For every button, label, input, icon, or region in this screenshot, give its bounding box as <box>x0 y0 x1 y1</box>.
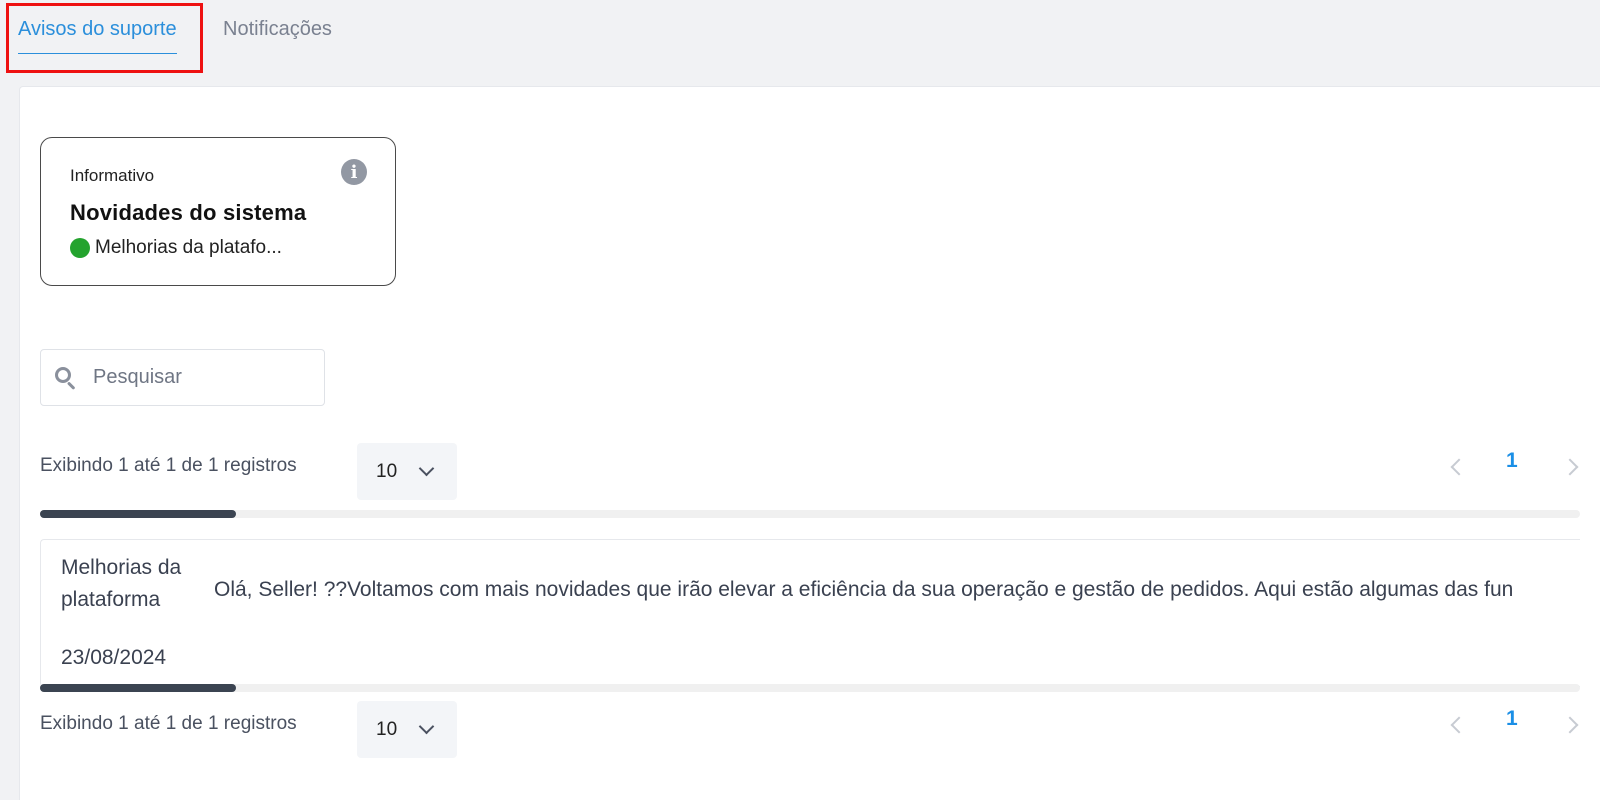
page-size-value: 10 <box>376 460 398 482</box>
horizontal-scrollbar-bottom[interactable] <box>40 684 1580 692</box>
page-number-current[interactable]: 1 <box>1506 449 1518 473</box>
tab-label: Avisos do suporte <box>18 18 177 40</box>
notice-card[interactable]: Informativo i Novidades do sistema Melho… <box>40 137 396 286</box>
main-panel: Informativo i Novidades do sistema Melho… <box>19 86 1600 800</box>
previous-page-button[interactable] <box>1450 716 1468 734</box>
card-title: Novidades do sistema <box>70 200 307 225</box>
tab-notificacoes[interactable]: Notificações <box>223 18 332 41</box>
page-size-select[interactable]: 10 <box>357 443 457 500</box>
chevron-down-icon <box>418 460 435 477</box>
info-icon: i <box>341 159 367 185</box>
records-count-text: Exibindo 1 até 1 de 1 registros <box>40 455 297 476</box>
horizontal-scrollbar-top[interactable] <box>40 510 1580 518</box>
scrollbar-thumb[interactable] <box>40 510 236 518</box>
page-size-value: 10 <box>376 718 398 740</box>
search-box <box>40 349 325 406</box>
search-input[interactable] <box>93 366 293 389</box>
status-dot-icon <box>70 238 90 258</box>
chevron-down-icon <box>418 718 435 735</box>
list-item[interactable]: Melhorias da plataforma 23/08/2024 Olá, … <box>40 539 1580 687</box>
previous-page-button[interactable] <box>1450 458 1468 476</box>
scrollbar-thumb[interactable] <box>40 684 236 692</box>
tab-bar: Avisos do suporte Notificações <box>0 0 1600 86</box>
pagination-top: Exibindo 1 até 1 de 1 registros 10 1 <box>40 443 1580 500</box>
item-date: 23/08/2024 <box>61 646 167 669</box>
next-page-button[interactable] <box>1561 716 1579 734</box>
active-tab-underline <box>18 53 177 54</box>
pagination-bottom: Exibindo 1 até 1 de 1 registros 10 1 <box>40 701 1580 758</box>
tab-label: Notificações <box>223 18 332 40</box>
page-number-current[interactable]: 1 <box>1506 707 1518 731</box>
item-description: Olá, Seller! ??Voltamos com mais novidad… <box>214 578 1514 601</box>
page-size-select[interactable]: 10 <box>357 701 457 758</box>
card-category: Informativo <box>70 166 155 185</box>
tab-avisos-do-suporte[interactable]: Avisos do suporte <box>18 18 177 54</box>
item-title: Melhorias da plataforma <box>61 556 182 611</box>
card-status-text: Melhorias da platafo... <box>95 237 282 258</box>
records-count-text: Exibindo 1 até 1 de 1 registros <box>40 713 297 734</box>
card-status: Melhorias da platafo... <box>70 237 282 259</box>
search-icon <box>55 366 77 390</box>
next-page-button[interactable] <box>1561 458 1579 476</box>
